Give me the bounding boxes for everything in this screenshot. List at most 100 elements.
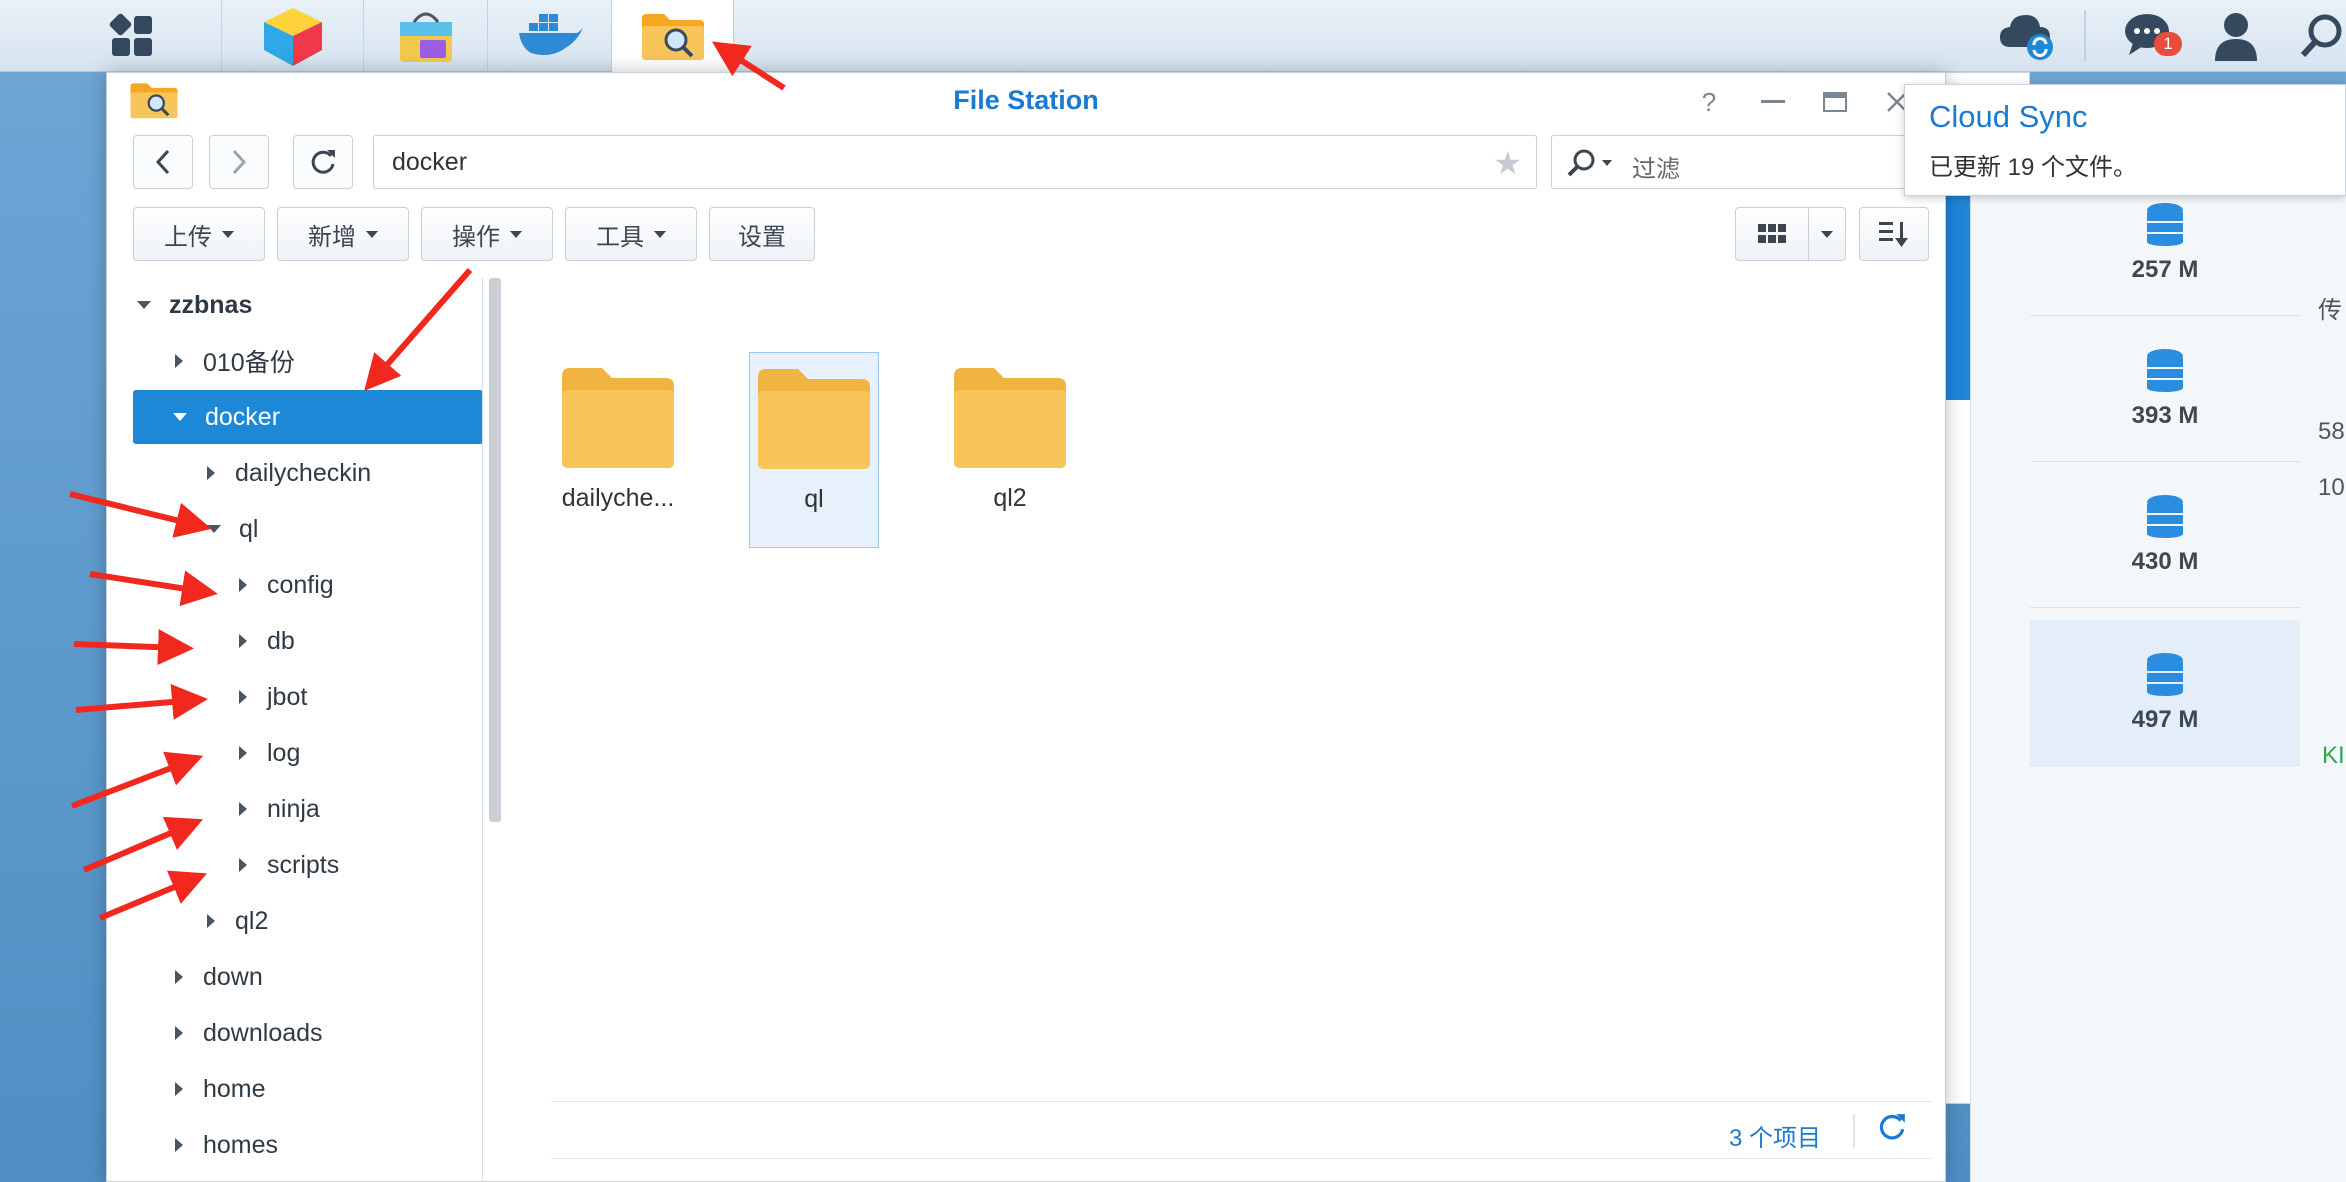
- settings-button[interactable]: 设置: [709, 207, 815, 261]
- sort-icon: [1879, 222, 1908, 247]
- help-icon: ?: [1701, 86, 1717, 117]
- tree-item[interactable]: ql2: [207, 894, 268, 948]
- favorite-star-icon[interactable]: ★: [1493, 144, 1522, 182]
- help-button[interactable]: ?: [1691, 87, 1727, 117]
- refresh-icon: [1879, 1114, 1905, 1140]
- path-text: docker: [392, 148, 468, 176]
- tree-item[interactable]: 010备份: [175, 334, 295, 388]
- folder-icon: [954, 368, 1066, 468]
- tree-item[interactable]: config: [239, 558, 334, 612]
- chevron-down-icon: [510, 230, 522, 238]
- tree-item[interactable]: jbot: [239, 670, 307, 724]
- chevron-down-icon: [1821, 230, 1833, 238]
- tools-button[interactable]: 工具: [565, 207, 697, 261]
- caret-right-icon: [175, 970, 183, 984]
- file-item[interactable]: ql2: [945, 352, 1075, 548]
- create-button[interactable]: 新增: [277, 207, 409, 261]
- caret-right-icon: [239, 746, 247, 760]
- main-menu-button[interactable]: [42, 0, 222, 72]
- tree-item[interactable]: ql: [207, 502, 258, 556]
- caret-right-icon: [207, 466, 215, 480]
- view-mode-dropdown[interactable]: [1808, 207, 1846, 261]
- tree-label: scripts: [267, 850, 340, 879]
- caret-down-icon: [173, 413, 187, 421]
- folder-search-icon: [641, 14, 704, 60]
- file-name: dailyche...: [561, 484, 675, 512]
- status-refresh-button[interactable]: [1877, 1112, 1907, 1142]
- cloud-sync-notification[interactable]: Cloud Sync 已更新 19 个文件。: [1904, 84, 2346, 196]
- chevron-right-icon: [232, 149, 247, 175]
- caret-down-icon: [207, 525, 221, 533]
- user-account-button[interactable]: [2196, 0, 2276, 72]
- database-icon: [2147, 348, 2183, 392]
- tree-item[interactable]: down: [175, 950, 263, 1004]
- file-station-taskbar-button[interactable]: [612, 0, 734, 72]
- path-field[interactable]: docker ★: [373, 135, 1537, 189]
- clipped-text-fragment: 58: [2318, 418, 2345, 445]
- tree-label: zzbnas: [169, 290, 253, 319]
- chevron-down-icon: [222, 230, 234, 238]
- cube-app-icon: [263, 8, 322, 66]
- clipped-text-fragment: KI: [2322, 742, 2345, 769]
- file-name: ql2: [993, 484, 1027, 512]
- tree-item[interactable]: downloads: [175, 1006, 323, 1060]
- docker-app-button[interactable]: [488, 0, 612, 72]
- storage-stat-value: 257 M: [2131, 255, 2199, 283]
- tools-label: 工具: [596, 223, 644, 251]
- caret-down-icon: [137, 301, 151, 309]
- tree-item[interactable]: db: [239, 614, 295, 668]
- back-button[interactable]: [133, 135, 193, 189]
- maximize-button[interactable]: [1817, 87, 1853, 117]
- forward-button[interactable]: [209, 135, 269, 189]
- tree-label: docker: [205, 402, 281, 431]
- search-button[interactable]: [2296, 0, 2346, 72]
- grid-view-icon: [1758, 224, 1786, 243]
- tree-item[interactable]: ninja: [239, 782, 320, 836]
- caret-right-icon: [175, 1082, 183, 1096]
- file-item[interactable]: dailyche...: [553, 352, 683, 548]
- user-icon: [2215, 13, 2257, 61]
- item-count: 3 个项目: [1728, 1125, 1821, 1152]
- storage-stat-4: 497 M: [2030, 620, 2300, 766]
- tree-item-selected[interactable]: docker: [133, 390, 482, 444]
- filter-input[interactable]: 过滤: [1551, 135, 1947, 189]
- tree-label: log: [267, 738, 301, 767]
- tree-item[interactable]: home: [175, 1062, 266, 1116]
- chevron-left-icon: [155, 149, 170, 175]
- docker-whale-icon: [518, 14, 583, 55]
- caret-right-icon: [207, 914, 215, 928]
- storage-stat-3: 430 M: [2030, 462, 2300, 608]
- folder-icon: [758, 369, 870, 469]
- upload-button[interactable]: 上传: [133, 207, 265, 261]
- sort-button[interactable]: [1859, 207, 1929, 261]
- thumbnail-view-button[interactable]: [1735, 207, 1809, 261]
- caret-right-icon: [239, 802, 247, 816]
- chevron-down-icon: [654, 230, 666, 238]
- package-center-button[interactable]: [222, 0, 364, 72]
- tree-item[interactable]: log: [239, 726, 300, 780]
- tree-scrollbar[interactable]: [489, 278, 501, 822]
- tree-label: downloads: [203, 1018, 323, 1047]
- taskbar: 1: [0, 0, 2346, 72]
- action-button[interactable]: 操作: [421, 207, 553, 261]
- minimize-icon: [1761, 100, 1785, 103]
- file-list: dailyche... ql ql2: [519, 278, 1939, 1138]
- grid-menu-icon: [109, 13, 152, 56]
- tree-label: jbot: [267, 682, 308, 711]
- tree-item[interactable]: dailycheckin: [207, 446, 371, 500]
- file-name: ql: [804, 485, 824, 513]
- photo-app-button[interactable]: [364, 0, 488, 72]
- window-titlebar[interactable]: File Station ?: [107, 73, 1945, 129]
- tree-item[interactable]: homes: [175, 1118, 278, 1172]
- storage-stat-value: 430 M: [2131, 547, 2199, 575]
- refresh-button[interactable]: [293, 135, 353, 189]
- tree-item[interactable]: scripts: [239, 838, 339, 892]
- cloud-sync-tray-button[interactable]: [1988, 0, 2068, 72]
- file-item-selected[interactable]: ql: [749, 352, 879, 548]
- tree-root[interactable]: zzbnas: [137, 278, 252, 332]
- storage-stat-2: 393 M: [2030, 316, 2300, 462]
- caret-right-icon: [239, 634, 247, 648]
- notifications-button[interactable]: 1: [2110, 0, 2190, 72]
- file-station-window: File Station ? docker ★ 过滤 上传 新增 操作 工具 设…: [106, 72, 1947, 1182]
- minimize-button[interactable]: [1755, 87, 1791, 117]
